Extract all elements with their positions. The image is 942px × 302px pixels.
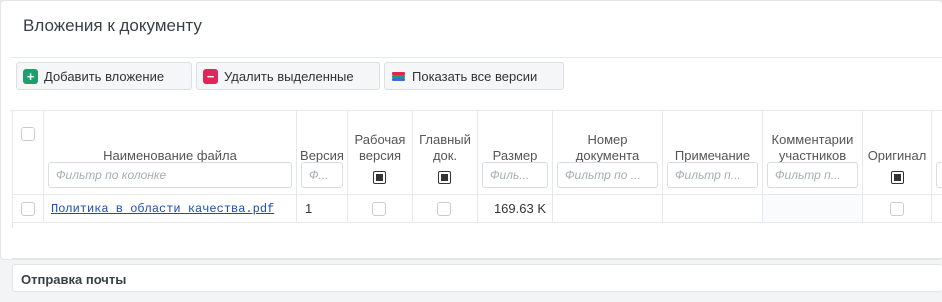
header-label: Примечание <box>674 148 751 163</box>
plus-icon: + <box>23 68 38 84</box>
row-select-checkbox[interactable] <box>21 202 35 216</box>
main-doc-cell <box>413 195 478 222</box>
row-select-cell <box>13 195 44 222</box>
select-all-checkbox[interactable] <box>21 127 35 141</box>
header-comments[interactable]: Комментарии участников Фильтр п... <box>763 110 863 194</box>
header-size[interactable]: Размер Филь... <box>478 110 553 194</box>
filter-version[interactable]: Ф... <box>301 162 343 188</box>
show-all-versions-button[interactable]: Показать все версии <box>384 62 564 90</box>
filter-doc-number[interactable]: Фильтр по ... <box>557 162 658 188</box>
versions-icon <box>391 69 406 84</box>
header-doc-number[interactable]: Номер документа Фильтр по ... <box>553 110 663 194</box>
delete-selected-label: Удалить выделенные <box>224 68 354 84</box>
mail-divider <box>12 258 942 259</box>
header-label: Наименование файла <box>103 148 237 163</box>
show-all-versions-label: Показать все версии <box>412 68 538 84</box>
title-divider <box>10 57 942 58</box>
filter-size[interactable]: Филь... <box>482 162 548 188</box>
header-label: Рабочая версия <box>354 132 406 163</box>
filter-original-checkbox[interactable] <box>891 171 904 184</box>
header-label: Версия <box>300 148 344 163</box>
header-main-doc[interactable]: Главный док. <box>413 110 478 194</box>
filter-note[interactable]: Фильтр п... <box>667 162 758 188</box>
working-version-checkbox[interactable] <box>372 202 386 216</box>
header-file-name[interactable]: Наименование файла Фильтр по колонке <box>44 110 297 194</box>
header-partial-column <box>932 110 942 194</box>
filter-file-name[interactable]: Фильтр по колонке <box>48 162 292 188</box>
file-name-cell: Политика в области качества.pdf <box>44 195 297 222</box>
header-label: Комментарии участников <box>771 132 854 163</box>
original-cell <box>863 195 932 222</box>
filter-comments[interactable]: Фильтр п... <box>767 162 858 188</box>
header-label: Оригинал <box>867 148 927 163</box>
main-doc-checkbox[interactable] <box>437 202 451 216</box>
header-label: Главный док. <box>419 132 471 163</box>
delete-selected-button[interactable]: − Удалить выделенные <box>196 62 380 90</box>
size-cell: 169.63 K <box>478 195 553 222</box>
table-row[interactable]: Политика в области качества.pdf 1 169.63… <box>13 194 942 223</box>
version-cell: 1 <box>297 195 348 222</box>
filter-main-doc-checkbox[interactable] <box>438 171 451 184</box>
doc-number-cell <box>553 195 663 222</box>
mail-section-title: Отправка почты <box>21 272 127 287</box>
header-note[interactable]: Примечание Фильтр п... <box>663 110 763 194</box>
header-label: Размер <box>492 148 538 163</box>
filter-working-version-checkbox[interactable] <box>373 171 386 184</box>
select-all-header <box>13 110 44 194</box>
comments-cell <box>763 195 863 222</box>
header-original[interactable]: Оригинал <box>863 110 932 194</box>
add-attachment-button[interactable]: + Добавить вложение <box>16 62 192 90</box>
note-cell <box>663 195 763 222</box>
working-version-cell <box>348 195 413 222</box>
attachments-table: Наименование файла Фильтр по колонке Вер… <box>12 110 942 228</box>
file-link[interactable]: Политика в области качества.pdf <box>51 202 274 216</box>
original-checkbox[interactable] <box>890 202 904 216</box>
mail-section[interactable]: Отправка почты <box>12 264 942 292</box>
minus-icon: − <box>203 68 218 84</box>
dialog-title: Вложения к документу <box>23 16 202 35</box>
add-attachment-label: Добавить вложение <box>44 68 165 84</box>
header-label: Номер документа <box>575 132 640 163</box>
filter-partial[interactable] <box>936 162 942 188</box>
header-version[interactable]: Версия Ф... <box>297 110 348 194</box>
header-working-version[interactable]: Рабочая версия <box>348 110 413 194</box>
